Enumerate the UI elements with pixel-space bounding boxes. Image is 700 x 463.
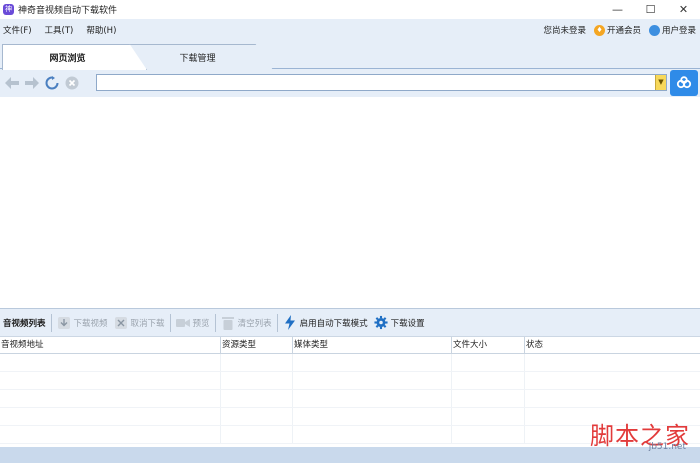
cloud-button[interactable] [670, 70, 698, 96]
toolbar-divider [50, 313, 52, 332]
vip-label: 开通会员 [606, 26, 641, 36]
user-login-button[interactable]: 用户登录 [648, 24, 696, 36]
trash-icon [221, 316, 235, 330]
toolbar-divider [214, 313, 216, 332]
maximize-button[interactable]: ☐ [634, 0, 667, 19]
download-video-button[interactable]: 下载视频 [54, 312, 111, 334]
title-bar: 神 神奇音视频自动下载软件 — ☐ ✕ [0, 0, 700, 19]
cancel-download-icon [114, 316, 128, 330]
login-status: 您尚未登录 [543, 26, 586, 36]
menu-help[interactable]: 帮助(H) [83, 24, 120, 36]
download-video-label: 下载视频 [73, 318, 108, 329]
auto-download-mode-button[interactable]: 启用自动下载模式 [280, 312, 371, 334]
col-header-address[interactable]: 音视频地址 [0, 337, 221, 353]
clear-list-label: 清空列表 [237, 318, 272, 329]
minimize-button[interactable]: — [601, 0, 634, 19]
col-header-file-size[interactable]: 文件大小 [452, 337, 525, 353]
preview-label: 预览 [192, 318, 210, 329]
table-header: 音视频地址 资源类型 媒体类型 文件大小 状态 [0, 337, 700, 354]
lightning-icon [283, 315, 297, 330]
toolbar-divider [276, 313, 278, 332]
tab-bar: 下载管理 网页浏览 [0, 41, 700, 70]
col-header-media-type[interactable]: 媒体类型 [293, 337, 452, 353]
stop-icon[interactable] [64, 75, 80, 91]
user-icon [648, 25, 660, 36]
preview-button[interactable]: 预览 [173, 312, 213, 334]
clear-list-button[interactable]: 清空列表 [218, 312, 275, 334]
url-dropdown-chevron-down-icon[interactable]: ▼ [655, 75, 666, 90]
back-icon[interactable] [4, 75, 20, 91]
user-login-label: 用户登录 [661, 26, 696, 36]
vip-icon: ♦ [593, 25, 605, 36]
cancel-download-label: 取消下载 [130, 318, 165, 329]
tab-download-manager[interactable]: 下载管理 [128, 44, 273, 70]
cloud-icon [676, 76, 692, 89]
app-icon: 神 [3, 4, 14, 15]
media-list-label: 音视频列表 [3, 318, 46, 329]
auto-download-mode-label: 启用自动下载模式 [299, 318, 368, 329]
refresh-icon[interactable] [44, 75, 60, 91]
tab-web-browse[interactable]: 网页浏览 [2, 44, 147, 70]
col-header-resource-type[interactable]: 资源类型 [221, 337, 293, 353]
table-row [0, 372, 700, 390]
cancel-download-button[interactable]: 取消下载 [111, 312, 168, 334]
table-row [0, 354, 700, 372]
toolbar-divider [169, 313, 171, 332]
gear-icon [374, 315, 388, 330]
watermark-url: jb51.net [648, 442, 686, 452]
video-camera-icon [175, 316, 190, 330]
forward-icon[interactable] [24, 75, 40, 91]
browser-view[interactable] [0, 97, 700, 308]
menu-file[interactable]: 文件(F) [0, 24, 36, 36]
menu-bar: 文件(F) 工具(T) 帮助(H) 您尚未登录 ♦ 开通会员 用户登录 [0, 19, 700, 41]
window-title: 神奇音视频自动下载软件 [18, 6, 118, 16]
media-toolbar: 音视频列表 下载视频 取消下载 预览 清空列表 启用自动下载模式 下载设置 [0, 308, 700, 336]
col-header-status[interactable]: 状态 [525, 337, 700, 353]
url-input[interactable]: ▼ [96, 74, 667, 91]
download-settings-button[interactable]: 下载设置 [371, 312, 428, 334]
menu-tools[interactable]: 工具(T) [42, 24, 78, 36]
download-settings-label: 下载设置 [390, 318, 425, 329]
close-button[interactable]: ✕ [667, 0, 700, 19]
tab-download-manager-label: 下载管理 [179, 54, 216, 64]
tab-web-browse-label: 网页浏览 [49, 54, 86, 64]
table-row [0, 390, 700, 408]
download-icon [57, 316, 71, 330]
vip-button[interactable]: ♦ 开通会员 [593, 24, 641, 36]
